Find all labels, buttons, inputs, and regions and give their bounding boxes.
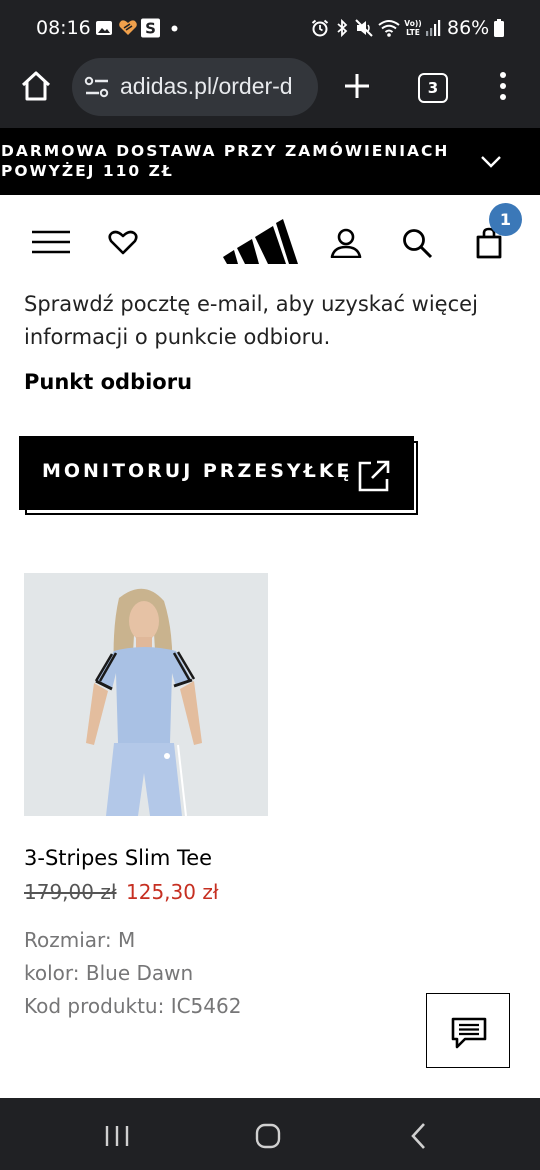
product-name[interactable]: 3-Stripes Slim Tee — [24, 846, 212, 870]
home-icon[interactable] — [19, 69, 53, 103]
mute-icon — [355, 19, 373, 37]
home-button-icon[interactable] — [255, 1123, 281, 1149]
product-size: Rozmiar: M — [24, 928, 136, 952]
app-icon — [119, 20, 137, 35]
sale-price: 125,30 zł — [126, 880, 219, 904]
chevron-down-icon[interactable] — [480, 155, 502, 169]
alarm-icon — [311, 19, 329, 37]
svg-text:Vo)): Vo)) — [404, 19, 421, 28]
site-settings-icon[interactable] — [84, 75, 110, 99]
recent-apps-icon[interactable] — [104, 1124, 130, 1148]
chat-icon — [451, 1017, 487, 1049]
tab-switcher-button[interactable]: 3 — [418, 73, 448, 103]
track-shipment-label: MONITORUJ PRZESYŁKĘ — [42, 460, 353, 482]
s-app-icon: S — [141, 18, 160, 38]
adidas-logo-icon[interactable] — [221, 217, 299, 266]
pickup-info-text: Sprawdź pocztę e-mail, aby uzyskać więce… — [24, 292, 478, 349]
product-image[interactable] — [24, 573, 268, 816]
back-icon[interactable] — [409, 1122, 427, 1150]
dot-icon — [171, 25, 178, 32]
battery-icon — [494, 19, 504, 37]
promo-banner[interactable]: DARMOWA DOSTAWA PRZY ZAMÓWIENIACH POWYŻE… — [0, 128, 540, 195]
status-bar: 08:16 S Vo)) LTE 86% — [0, 0, 540, 58]
volte-icon: Vo)) LTE — [404, 19, 421, 37]
url-text[interactable]: adidas.pl/order-d — [120, 73, 293, 100]
status-time: 08:16 — [36, 17, 91, 39]
wifi-icon — [378, 20, 400, 37]
pickup-point-heading: Punkt odbioru — [24, 370, 193, 394]
search-icon[interactable] — [402, 228, 433, 259]
signal-icon — [426, 20, 441, 36]
bluetooth-icon — [337, 18, 348, 38]
chat-button[interactable] — [426, 993, 510, 1068]
address-bar[interactable]: adidas.pl/order-d — [72, 58, 318, 116]
product-color: kolor: Blue Dawn — [24, 961, 194, 985]
cart-count-badge: 1 — [489, 203, 522, 236]
more-options-icon[interactable] — [495, 70, 511, 102]
battery-percentage: 86% — [447, 17, 490, 39]
new-tab-icon[interactable] — [342, 71, 372, 101]
image-icon — [96, 21, 112, 35]
original-price: 179,00 zł — [24, 880, 117, 904]
product-photo-illustration — [24, 573, 268, 816]
product-code: Kod produktu: IC5462 — [24, 994, 242, 1018]
svg-text:LTE: LTE — [406, 28, 420, 37]
svg-text:S: S — [145, 20, 156, 38]
menu-icon[interactable] — [31, 229, 71, 255]
promo-text: DARMOWA DOSTAWA PRZY ZAMÓWIENIACH POWYŻE… — [1, 142, 450, 180]
account-icon[interactable] — [330, 228, 362, 258]
track-shipment-button[interactable]: MONITORUJ PRZESYŁKĘ — [19, 436, 414, 510]
external-link-icon — [358, 460, 390, 492]
wishlist-icon[interactable] — [108, 230, 138, 256]
